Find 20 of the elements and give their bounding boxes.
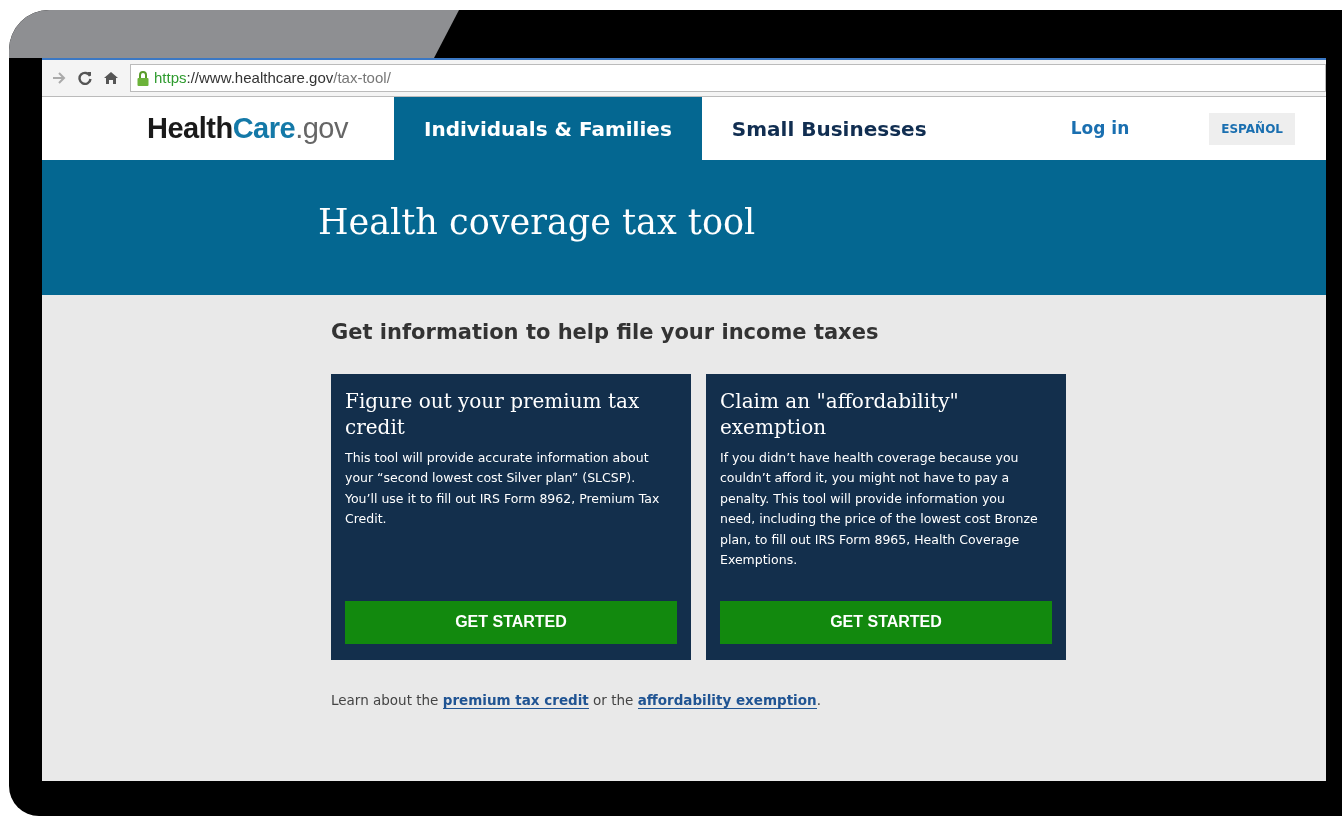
language-button[interactable]: ESPAÑOL	[1209, 112, 1295, 145]
learn-more-text: Learn about the premium tax credit or the affordability exemption.	[331, 690, 822, 710]
section-heading: Get information to help file your income taxes	[331, 319, 879, 346]
nav-tab[interactable]: Individuals & Families	[394, 97, 702, 160]
home-icon[interactable]	[104, 71, 118, 85]
login-link[interactable]: Log in	[1070, 115, 1130, 142]
site-logo[interactable]: HealthCare.gov	[42, 97, 394, 160]
get-started-button[interactable]: GET STARTED	[345, 600, 677, 644]
address-field[interactable]: https://www.healthcare.gov/tax-tool/	[130, 64, 1326, 92]
card-description: This tool will provide accurate information about your “second lowest cost Silver plan” (SLCSP). You’ll use it to fill out IRS Form 8962, Premium Tax Credit.	[345, 448, 661, 528]
page-title: Health coverage tax tool	[318, 201, 756, 244]
card-description: If you didn’t have health coverage because you couldn’t afford it, you might not have to pay a penalty. This tool will provide information you need, including the price of the lowest cost Bronze plan, to fill out IRS Form 8965, Health Coverage Exemptions.	[720, 448, 1039, 569]
get-started-button[interactable]: GET STARTED	[720, 600, 1052, 644]
reload-icon[interactable]	[78, 71, 92, 85]
lock-icon	[137, 70, 149, 86]
card-title: Claim an "affordability" exemption	[720, 387, 960, 440]
premium-tax-credit-link[interactable]: premium tax credit	[442, 691, 589, 709]
affordability-exemption-link[interactable]: affordability exemption	[637, 691, 817, 709]
nav-tab[interactable]: Small Businesses	[701, 97, 957, 160]
card-title: Figure out your premium tax credit	[345, 387, 641, 440]
